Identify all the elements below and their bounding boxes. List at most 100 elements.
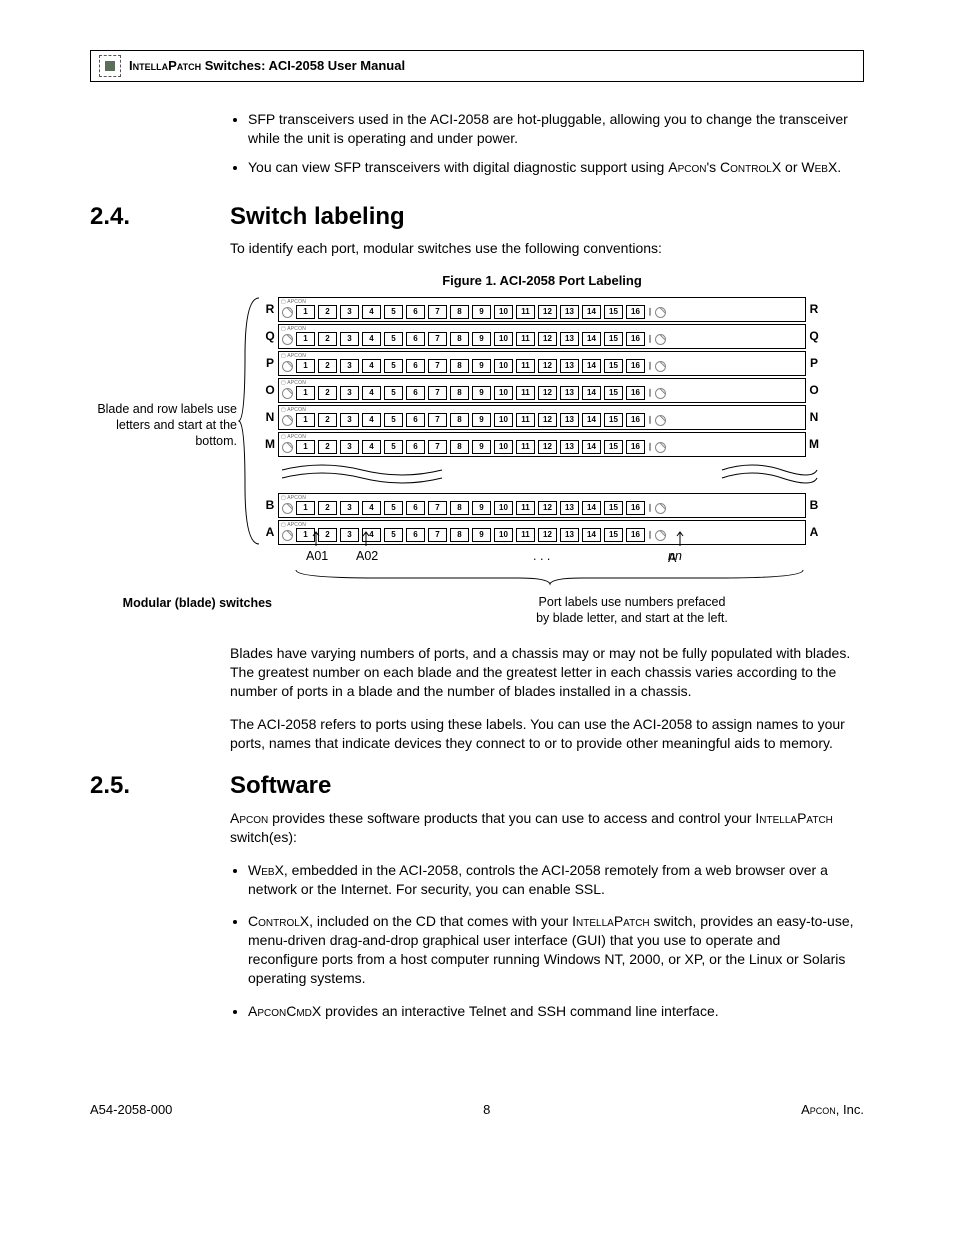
brace-bottom-icon	[278, 568, 822, 586]
port: 4	[362, 440, 381, 454]
status-led-icon	[282, 415, 293, 426]
port: 5	[384, 386, 403, 400]
row-label-left: P	[262, 355, 278, 371]
port: 7	[428, 332, 447, 346]
page-footer: A54-2058-000 8 Apcon, Inc.	[90, 1101, 864, 1119]
port: 1	[296, 332, 315, 346]
row-label-left: R	[262, 301, 278, 317]
port: 11	[516, 332, 535, 346]
blade-end-icon: ∥	[648, 442, 652, 453]
port: 8	[450, 528, 469, 542]
intro-bullets: SFP transceivers used in the ACI-2058 ar…	[230, 110, 854, 177]
port: 7	[428, 305, 447, 319]
status-led-icon	[282, 334, 293, 345]
port: 10	[494, 305, 513, 319]
port: 12	[538, 413, 557, 427]
under-brace	[278, 568, 822, 586]
callout-dots: . . .	[533, 548, 550, 565]
port: 4	[362, 305, 381, 319]
port: 9	[472, 332, 491, 346]
status-led-icon	[282, 361, 293, 372]
blade-logo: ▢ APCON	[281, 299, 306, 306]
port: 7	[428, 440, 447, 454]
port: 10	[494, 332, 513, 346]
port: 15	[604, 413, 623, 427]
status-led-icon	[655, 307, 666, 318]
port: 14	[582, 528, 601, 542]
port: 7	[428, 413, 447, 427]
blade-row: R▢ APCON12345678910111213141516∥R	[262, 296, 822, 323]
port: 6	[406, 501, 425, 515]
brace-left-icon	[237, 296, 262, 546]
port: 1	[296, 359, 315, 373]
blade-logo: ▢ APCON	[281, 495, 306, 502]
port: 4	[362, 413, 381, 427]
port: 3	[340, 359, 359, 373]
port: 11	[516, 440, 535, 454]
blade-end-icon: ∥	[648, 307, 652, 318]
port: 14	[582, 359, 601, 373]
blade-row: A▢ APCON12345678910111213141516∥A	[262, 519, 822, 546]
port: 1	[296, 440, 315, 454]
port: 7	[428, 528, 447, 542]
port: 12	[538, 359, 557, 373]
blade-logo: ▢ APCON	[281, 434, 306, 441]
port: 6	[406, 305, 425, 319]
port: 8	[450, 359, 469, 373]
blade-end-icon: ∥	[648, 530, 652, 541]
section-lead: To identify each port, modular switches …	[230, 239, 854, 258]
port: 10	[494, 413, 513, 427]
port: 10	[494, 440, 513, 454]
port-callouts: A01 A02 . . . Ann	[278, 546, 822, 568]
arrow-up-icon	[362, 530, 370, 546]
blade-end-icon: ∥	[648, 503, 652, 514]
port: 15	[604, 386, 623, 400]
port: 15	[604, 332, 623, 346]
port: 16	[626, 305, 645, 319]
row-label-left: O	[262, 382, 278, 398]
port: 16	[626, 528, 645, 542]
port: 13	[560, 359, 579, 373]
port: 3	[340, 386, 359, 400]
port: 1	[296, 501, 315, 515]
status-led-icon	[282, 307, 293, 318]
port: 4	[362, 332, 381, 346]
blade-end-icon: ∥	[648, 334, 652, 345]
doc-header: IntellaPatch Switches: ACI-2058 User Man…	[90, 50, 864, 82]
intro-bullet: You can view SFP transceivers with digit…	[248, 158, 854, 177]
port: 7	[428, 386, 447, 400]
port: 14	[582, 332, 601, 346]
software-bullet: WebX, embedded in the ACI-2058, controls…	[248, 861, 854, 899]
port: 6	[406, 386, 425, 400]
port: 2	[318, 332, 337, 346]
blade-end-icon: ∥	[648, 415, 652, 426]
port: 15	[604, 501, 623, 515]
blade-row: P▢ APCON12345678910111213141516∥P	[262, 350, 822, 377]
port: 15	[604, 440, 623, 454]
port: 14	[582, 413, 601, 427]
wavy-break-icon	[262, 458, 822, 492]
status-led-icon	[282, 503, 293, 514]
port: 4	[362, 501, 381, 515]
status-led-icon	[655, 415, 666, 426]
section-heading-25: 2.5. Software	[90, 770, 864, 802]
port: 12	[538, 332, 557, 346]
port: 15	[604, 359, 623, 373]
port: 5	[384, 305, 403, 319]
port: 6	[406, 440, 425, 454]
section-number: 2.4.	[90, 201, 230, 233]
port: 6	[406, 413, 425, 427]
status-led-icon	[655, 334, 666, 345]
blade-logo: ▢ APCON	[281, 326, 306, 333]
port: 11	[516, 305, 535, 319]
blade-logo: ▢ APCON	[281, 522, 306, 529]
port: 12	[538, 305, 557, 319]
port: 16	[626, 501, 645, 515]
row-label-right: B	[806, 497, 822, 513]
port: 14	[582, 501, 601, 515]
footer-left: A54-2058-000	[90, 1101, 172, 1119]
blade: ▢ APCON12345678910111213141516∥	[278, 405, 806, 430]
arrow-up-icon	[676, 530, 684, 546]
port: 1	[296, 413, 315, 427]
blade: ▢ APCON12345678910111213141516∥	[278, 493, 806, 518]
